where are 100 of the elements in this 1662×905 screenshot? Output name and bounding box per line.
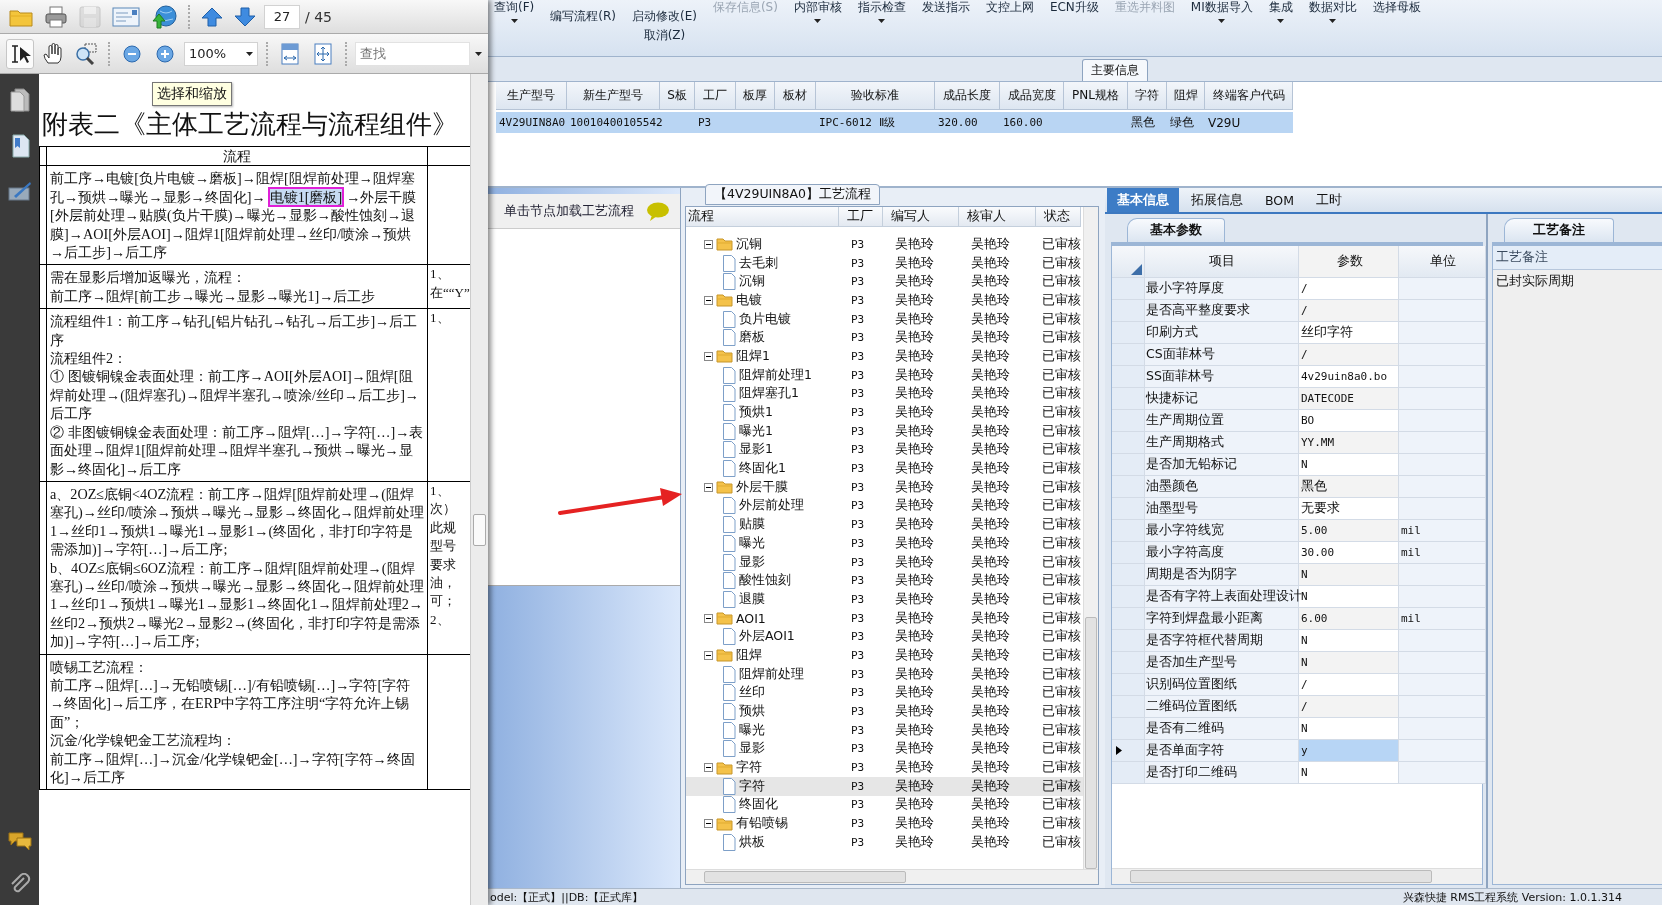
node-label[interactable]: 贴膜 [739, 516, 765, 534]
cursor-icon[interactable] [6, 38, 34, 69]
node-label[interactable]: 酸性蚀刻 [739, 572, 791, 590]
tree-row[interactable]: 阻焊前处理1 P3 吴艳玲 吴艳玲 已审核 [686, 365, 1083, 385]
caret-icon[interactable] [1329, 19, 1337, 23]
node-label[interactable]: 预烘 [739, 703, 765, 721]
table-cell[interactable]: DATECODE [1299, 388, 1399, 410]
collapse-icon[interactable] [704, 482, 713, 492]
caret-icon[interactable] [814, 19, 822, 23]
tree-row[interactable]: 有铅喷锡 P3 吴艳玲 吴艳玲 已审核 [686, 814, 1083, 833]
table-cell[interactable]: N [1299, 652, 1399, 674]
toolbar-button[interactable]: 文控上网 [983, 0, 1036, 14]
scrollbar[interactable] [1083, 207, 1098, 869]
node-label[interactable]: 外层前处理 [739, 497, 804, 515]
tree-row[interactable]: 外层前处理 P3 吴艳玲 吴艳玲 已审核 [686, 496, 1083, 516]
node-label[interactable]: 字符 [739, 777, 765, 795]
node-label[interactable]: 电镀 [736, 291, 762, 309]
node-label[interactable]: 显影 [739, 740, 765, 758]
collapse-icon[interactable] [704, 819, 713, 829]
scrollbar[interactable] [686, 869, 1098, 884]
node-label[interactable]: 丝印 [739, 684, 765, 702]
node-label[interactable]: 外层AOI1 [739, 628, 795, 646]
node-label[interactable]: 去毛刺 [739, 254, 778, 272]
collapse-icon[interactable] [704, 239, 713, 249]
collapse-icon[interactable] [704, 351, 713, 361]
node-label[interactable]: 曝光 [739, 534, 765, 552]
tree-row[interactable]: AOI1 P3 吴艳玲 吴艳玲 已审核 [686, 608, 1083, 628]
zoom-field[interactable]: 100% [184, 41, 258, 66]
table-cell[interactable]: 6.00 [1299, 608, 1399, 630]
node-label[interactable]: 字符 [736, 759, 762, 777]
table-cell[interactable]: 黑色 [1299, 476, 1399, 498]
node-label[interactable]: 阻焊塞孔1 [739, 385, 799, 403]
caret-icon[interactable] [1218, 19, 1226, 23]
toolbar-button[interactable]: 指示检查 [855, 0, 908, 14]
node-label[interactable]: 退膜 [739, 590, 765, 608]
node-label[interactable]: 终固化 [739, 796, 778, 814]
tree-row[interactable]: 退膜 P3 吴艳玲 吴艳玲 已审核 [686, 590, 1083, 609]
tree-row[interactable]: 沉铜 P3 吴艳玲 吴艳玲 已审核 [686, 235, 1083, 254]
node-label[interactable]: 阻焊1 [736, 347, 770, 365]
toolbar-button[interactable]: 查询(F) [492, 0, 537, 14]
tree-row[interactable]: 显影1 P3 吴艳玲 吴艳玲 已审核 [686, 440, 1083, 460]
tree-row[interactable]: 贴膜 P3 吴艳玲 吴艳玲 已审核 [686, 515, 1083, 534]
tree-row[interactable]: 终固化 P3 吴艳玲 吴艳玲 已审核 [686, 795, 1083, 815]
node-label[interactable]: 烘板 [739, 833, 765, 851]
tab[interactable]: 工时 [1306, 188, 1352, 212]
collapse-icon[interactable] [704, 763, 713, 773]
node-label[interactable]: 曝光1 [739, 422, 773, 440]
node-label[interactable]: 外层干膜 [736, 478, 788, 496]
tree-row[interactable]: 字符 P3 吴艳玲 吴艳玲 已审核 [686, 758, 1083, 777]
tree-row[interactable]: 电镀 P3 吴艳玲 吴艳玲 已审核 [686, 291, 1083, 310]
tree-row[interactable]: 去毛刺 P3 吴艳玲 吴艳玲 已审核 [686, 253, 1083, 273]
node-label[interactable]: 曝光 [739, 721, 765, 739]
tab[interactable]: 工艺备注 [1504, 218, 1614, 242]
tree-row[interactable]: 负片电镀 P3 吴艳玲 吴艳玲 已审核 [686, 309, 1083, 329]
tab[interactable]: 基本信息 [1107, 188, 1179, 212]
toolbar-button[interactable]: 启动修改(E) [629, 9, 699, 23]
node-label[interactable]: 沉铜 [739, 273, 765, 291]
scrollbar[interactable] [1112, 868, 1482, 884]
node-label[interactable]: AOI1 [736, 610, 766, 626]
node-label[interactable]: 显影 [739, 553, 765, 571]
tree-row[interactable]: 曝光 P3 吴艳玲 吴艳玲 已审核 [686, 534, 1083, 553]
tree-row[interactable]: 曝光 P3 吴艳玲 吴艳玲 已审核 [686, 720, 1083, 740]
tree-row[interactable]: 预烘 P3 吴艳玲 吴艳玲 已审核 [686, 702, 1083, 721]
toolbar-button[interactable]: 数据对比 [1306, 0, 1359, 14]
table-cell[interactable]: 5.00 [1299, 520, 1399, 542]
node-label[interactable]: 阻焊前处理1 [739, 366, 812, 384]
tree-row[interactable]: 沉铜 P3 吴艳玲 吴艳玲 已审核 [686, 272, 1083, 292]
toolbar-button[interactable]: 发送指示 [919, 0, 972, 14]
pages-icon[interactable] [9, 88, 30, 112]
speech-bubbles-icon[interactable] [7, 831, 32, 851]
tree-row[interactable]: 显影 P3 吴艳玲 吴艳玲 已审核 [686, 552, 1083, 572]
node-label[interactable]: 负片电镀 [739, 310, 791, 328]
node-label[interactable]: 磨板 [739, 329, 765, 347]
caret-icon[interactable] [878, 19, 886, 23]
node-label[interactable]: 显影1 [739, 441, 773, 459]
table-cell[interactable]: N [1299, 564, 1399, 586]
tab[interactable]: 基本参数 [1127, 218, 1225, 242]
toolbar-button[interactable]: ECN升级 [1047, 0, 1101, 14]
toolbar-button[interactable]: 集成 [1266, 0, 1295, 14]
node-label[interactable]: 终固化1 [739, 460, 786, 478]
toolbar-button[interactable]: MI数据导入 [1188, 0, 1255, 14]
caret-icon[interactable] [475, 51, 482, 56]
collapse-icon[interactable] [704, 295, 713, 305]
caret-icon[interactable] [510, 19, 518, 23]
tree-row[interactable]: 酸性蚀刻 P3 吴艳玲 吴艳玲 已审核 [686, 571, 1083, 591]
collapse-icon[interactable] [704, 650, 713, 660]
tree-row[interactable]: 外层AOI1 P3 吴艳玲 吴艳玲 已审核 [686, 627, 1083, 647]
scrollbar[interactable] [470, 74, 488, 905]
tree-row[interactable]: 丝印 P3 吴艳玲 吴艳玲 已审核 [686, 683, 1083, 703]
caret-icon[interactable] [1277, 19, 1285, 23]
pen-icon[interactable] [7, 180, 32, 202]
tree-row[interactable]: 外层干膜 P3 吴艳玲 吴艳玲 已审核 [686, 477, 1083, 497]
tree-row[interactable]: 曝光1 P3 吴艳玲 吴艳玲 已审核 [686, 421, 1083, 441]
toolbar-button[interactable]: 取消(Z) [641, 28, 688, 42]
search-field[interactable]: 查找 [355, 41, 470, 66]
table-cell[interactable]: / [1299, 300, 1399, 322]
tree-row[interactable]: 显影 P3 吴艳玲 吴艳玲 已审核 [686, 739, 1083, 759]
node-label[interactable]: 阻焊前处理 [739, 665, 804, 683]
table-cell[interactable]: / [1299, 344, 1399, 366]
collapse-icon[interactable] [704, 613, 713, 623]
